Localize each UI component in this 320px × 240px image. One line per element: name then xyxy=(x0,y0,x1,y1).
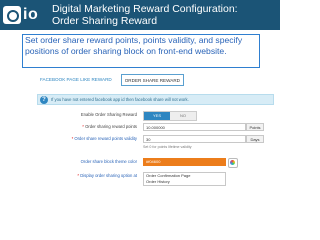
theme-color-input[interactable]: #f04600 xyxy=(143,158,226,166)
info-alert-text: If you have not entered facebook app id … xyxy=(51,97,189,102)
points-suffix: Points xyxy=(246,123,264,131)
logo-icon xyxy=(3,6,21,24)
info-icon: ? xyxy=(40,95,48,104)
enable-row: Enable Order Sharing Reward YES NO xyxy=(0,111,280,121)
logo-text: io xyxy=(23,6,39,23)
enable-label: Enable Order Sharing Reward xyxy=(80,112,137,117)
validity-row: * Order share reward points validity 30 … xyxy=(0,135,280,143)
position-option[interactable]: Order History xyxy=(144,179,225,185)
color-picker-icon[interactable] xyxy=(228,158,238,168)
position-label: * Display order sharing option at xyxy=(77,173,137,178)
enable-toggle[interactable]: YES NO xyxy=(143,111,197,121)
points-label: * Order sharing reward points xyxy=(82,124,137,129)
points-row: * Order sharing reward points 10.000000 … xyxy=(0,123,280,131)
toggle-yes[interactable]: YES xyxy=(144,112,170,120)
page-title-line1: Digital Marketing Reward Configuration: xyxy=(52,3,238,15)
validity-input[interactable]: 30 xyxy=(143,135,246,143)
theme-row: Order share block theme color #f04600 xyxy=(0,158,280,168)
validity-suffix: Days xyxy=(246,135,264,143)
info-alert: ? If you have not entered facebook app i… xyxy=(37,94,274,105)
position-select[interactable]: Order Confirmation Page Order History xyxy=(143,172,226,186)
tab-facebook-page-like-reward[interactable]: FACEBOOK PAGE LIKE REWARD xyxy=(37,74,115,86)
tab-order-share-reward[interactable]: ORDER SHARE REWARD xyxy=(120,74,184,86)
page-title: Digital Marketing Reward Configuration: … xyxy=(52,3,238,27)
header: io Digital Marketing Reward Configuratio… xyxy=(0,0,280,30)
points-input[interactable]: 10.000000 xyxy=(143,123,246,131)
toggle-no[interactable]: NO xyxy=(170,112,196,120)
theme-label: Order share block theme color xyxy=(80,159,137,164)
page-title-line2: Order Sharing Reward xyxy=(52,15,158,27)
brand-logo: io xyxy=(3,4,47,26)
validity-hint: Set 0 for points lifetime validity xyxy=(143,145,192,149)
page: io Digital Marketing Reward Configuratio… xyxy=(0,0,280,220)
position-row: * Display order sharing option at Order … xyxy=(0,172,280,186)
tabs: FACEBOOK PAGE LIKE REWARD ORDER SHARE RE… xyxy=(37,74,184,86)
validity-label: * Order share reward points validity xyxy=(71,136,137,141)
description-callout: Set order share reward points, points va… xyxy=(22,34,260,68)
